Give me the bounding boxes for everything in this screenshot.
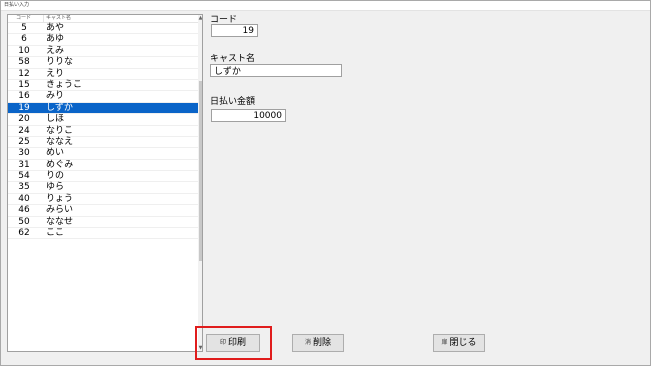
list-item-name: めぐみ bbox=[46, 159, 74, 170]
list-item-code: 5 bbox=[21, 23, 27, 33]
delete-button-label: 削除 bbox=[313, 338, 332, 348]
list-item[interactable]: 46 みらい bbox=[8, 205, 198, 217]
list-item[interactable]: 20 しほ bbox=[8, 114, 198, 126]
list-item-code: 20 bbox=[18, 114, 30, 125]
list-item-code: 35 bbox=[18, 182, 30, 193]
list-item-code: 31 bbox=[18, 159, 30, 170]
list-item[interactable]: 30 めい bbox=[8, 148, 198, 160]
code-field[interactable] bbox=[211, 24, 258, 37]
list-item-code: 50 bbox=[18, 216, 30, 227]
list-item-code: 6 bbox=[21, 34, 27, 45]
column-divider[interactable] bbox=[43, 15, 44, 23]
focus-highlight-box bbox=[195, 326, 272, 360]
list-item-name: あや bbox=[46, 23, 65, 33]
list-item[interactable]: 25 ななえ bbox=[8, 136, 198, 149]
list-header: コード キャスト名 bbox=[8, 15, 198, 23]
list-item[interactable]: 16 みり bbox=[8, 91, 198, 103]
window-title: 日払い入力 bbox=[4, 2, 30, 8]
list-item-code: 10 bbox=[18, 45, 30, 56]
list-item-code: 58 bbox=[18, 57, 30, 68]
list-item[interactable]: 58 りりな bbox=[8, 57, 198, 69]
list-item[interactable]: 5 あや bbox=[8, 23, 198, 35]
close-icon: 扉 bbox=[441, 339, 448, 346]
list-item-code: 12 bbox=[18, 68, 30, 79]
list-item[interactable]: 24 なりこ bbox=[8, 126, 198, 137]
list-item-code: 19 bbox=[18, 102, 30, 113]
list-item-name: ゆら bbox=[46, 182, 65, 193]
cast-list[interactable]: コード キャスト名 5 あや 6 あゆ 10 えみ 58 りりな 12 えり 15 きょうこ 16 みり 1… bbox=[7, 14, 203, 352]
list-item-name: みり bbox=[46, 91, 65, 102]
list-item[interactable]: 6 あゆ bbox=[8, 34, 198, 46]
list-item-name: りょう bbox=[46, 193, 74, 204]
list-item-code: 62 bbox=[18, 228, 30, 239]
list-item[interactable]: 15 きょうこ bbox=[8, 79, 198, 92]
column-header-code[interactable]: コード bbox=[16, 15, 31, 22]
delete-icon: 消 bbox=[304, 339, 311, 346]
list-item-name: りの bbox=[46, 171, 65, 182]
list-item[interactable]: 31 めぐみ bbox=[8, 159, 198, 172]
list-item-code: 25 bbox=[18, 136, 30, 147]
list-item-name: えり bbox=[46, 68, 65, 79]
close-button-label: 閉じる bbox=[449, 338, 477, 348]
list-item-code: 46 bbox=[18, 205, 30, 216]
vertical-scrollbar[interactable]: ▲ ▼ bbox=[198, 15, 202, 351]
list-item-name: しほ bbox=[46, 114, 65, 125]
list-item-name: あゆ bbox=[46, 34, 65, 45]
list-item-code: 24 bbox=[18, 125, 30, 136]
column-header-name[interactable]: キャスト名 bbox=[46, 15, 71, 22]
list-item-name: えみ bbox=[46, 45, 65, 56]
list-item-code: 30 bbox=[18, 148, 30, 159]
close-button[interactable]: 扉 閉じる bbox=[433, 334, 485, 352]
cast-name-label: キャスト名 bbox=[210, 54, 256, 64]
list-body: 5 あや 6 あゆ 10 えみ 58 りりな 12 えり 15 きょうこ 16 みり 19 しずか 20 しほ 24… bbox=[8, 23, 198, 240]
list-item[interactable]: 10 えみ bbox=[8, 45, 198, 58]
list-item-code: 54 bbox=[18, 171, 30, 182]
list-item-name: めい bbox=[46, 148, 65, 159]
list-item-name: きょうこ bbox=[46, 79, 83, 90]
title-bar: 日払い入力 bbox=[1, 1, 650, 11]
list-item[interactable]: 54 りの bbox=[8, 171, 198, 183]
amount-label: 日払い金額 bbox=[210, 97, 256, 107]
list-item-name: みらい bbox=[46, 205, 74, 216]
delete-button[interactable]: 消 削除 bbox=[292, 334, 344, 352]
list-item-name: ななえ bbox=[46, 136, 74, 147]
cast-name-field[interactable] bbox=[210, 64, 342, 77]
list-item-name: ここ bbox=[46, 228, 65, 239]
list-item[interactable]: 40 りょう bbox=[8, 193, 198, 206]
list-item-name: なりこ bbox=[46, 125, 74, 136]
amount-field[interactable] bbox=[211, 109, 286, 122]
list-item-name: りりな bbox=[46, 57, 74, 68]
list-item-name: ななせ bbox=[46, 216, 74, 227]
list-item[interactable]: 19 しずか bbox=[8, 102, 198, 115]
scroll-up-icon[interactable]: ▲ bbox=[198, 15, 202, 21]
list-item[interactable]: 12 えり bbox=[8, 69, 198, 80]
app-window: 日払い入力 コード キャスト名 5 あや 6 あゆ 10 えみ 58 りりな 12 えり 15 きょう… bbox=[0, 0, 651, 366]
list-item-code: 16 bbox=[18, 91, 30, 102]
list-item-name: しずか bbox=[46, 102, 73, 113]
list-item[interactable]: 35 ゆら bbox=[8, 182, 198, 194]
list-item[interactable]: 50 ななせ bbox=[8, 216, 198, 229]
list-item-code: 15 bbox=[18, 79, 30, 90]
list-item[interactable]: 62 ここ bbox=[8, 228, 198, 240]
list-item-code: 40 bbox=[18, 193, 30, 204]
scrollbar-thumb[interactable] bbox=[199, 81, 202, 261]
